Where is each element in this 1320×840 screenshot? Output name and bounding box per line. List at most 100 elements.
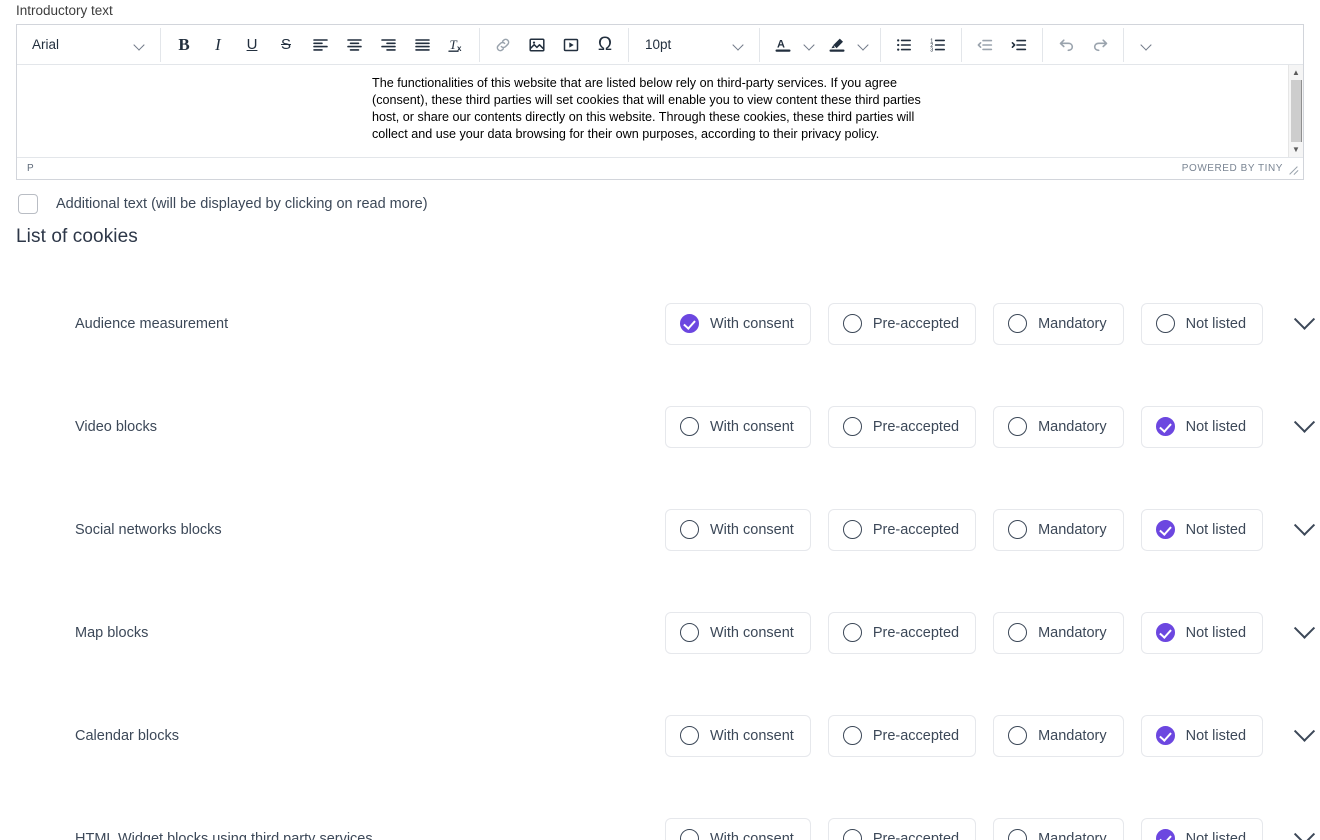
outdent-icon[interactable] [968,28,1002,62]
bold-icon[interactable]: B [167,28,201,62]
font-family-select[interactable]: Arial [22,30,154,60]
font-size-select[interactable]: 10pt [635,30,753,60]
radio-unchecked-icon [842,314,862,333]
undo-icon[interactable] [1049,28,1083,62]
cookie-row-title: Video blocks [75,418,157,435]
indent-icon[interactable] [1002,28,1036,62]
additional-text-checkbox-row[interactable]: Additional text (will be displayed by cl… [18,194,1320,214]
media-icon[interactable] [554,28,588,62]
consent-option-label: Pre-accepted [872,727,960,744]
consent-option-with-consent[interactable]: With consent [665,302,811,345]
consent-option-pre-accepted[interactable]: Pre-accepted [827,611,977,654]
expand-row-chevron-down-icon[interactable] [1289,824,1319,840]
consent-option-not-listed[interactable]: Not listed [1140,302,1264,345]
radio-unchecked-icon [842,417,862,436]
toolbar-divider [160,27,161,62]
clear-formatting-icon[interactable]: T x [439,28,473,62]
consent-option-label: Mandatory [1038,624,1107,641]
radio-unchecked-icon [680,623,699,642]
italic-icon[interactable]: I [201,28,235,62]
consent-option-with-consent[interactable]: With consent [665,611,811,654]
redo-icon[interactable] [1083,28,1117,62]
consent-option-pre-accepted[interactable]: Pre-accepted [827,714,977,757]
underline-icon[interactable]: U [235,28,269,62]
element-path[interactable]: p [27,163,34,174]
cookie-row: Calendar blocks With consent Pre-accepted M… [0,684,1320,787]
expand-row-chevron-down-icon[interactable] [1289,618,1319,648]
radio-unchecked-icon [680,829,699,840]
toolbar-divider [759,27,760,62]
toolbar-divider [628,27,629,62]
tiny-branding[interactable]: POWERED BY TINY [1182,163,1283,174]
resize-handle-icon[interactable] [1287,163,1299,175]
consent-option-pre-accepted[interactable]: Pre-accepted [827,302,977,345]
editor-content-area[interactable]: The functionalities of this website that… [17,65,1288,157]
scroll-up-icon[interactable]: ▲ [1289,65,1304,80]
consent-option-with-consent[interactable]: With consent [665,714,811,757]
align-center-icon[interactable] [337,28,371,62]
image-icon[interactable] [520,28,554,62]
align-left-icon[interactable] [303,28,337,62]
toolbar-divider [479,27,480,62]
link-icon[interactable] [486,28,520,62]
svg-text:A: A [777,38,785,50]
consent-option-mandatory[interactable]: Mandatory [993,817,1124,840]
scroll-down-icon[interactable]: ▼ [1289,142,1304,157]
editor-vertical-scrollbar[interactable]: ▲ ▼ [1288,65,1303,157]
radio-unchecked-icon [1155,314,1175,333]
expand-row-chevron-down-icon[interactable] [1289,721,1319,751]
radio-unchecked-icon [1008,623,1028,642]
radio-unchecked-icon [1008,314,1028,333]
consent-option-mandatory[interactable]: Mandatory [993,714,1124,757]
expand-row-chevron-down-icon[interactable] [1289,309,1319,339]
highlight-color-chevron-down-icon[interactable] [854,28,874,62]
expand-row-chevron-down-icon[interactable] [1289,412,1319,442]
additional-text-checkbox[interactable] [18,194,38,214]
toolbar-divider [1042,27,1043,62]
consent-option-with-consent[interactable]: With consent [665,817,811,840]
expand-row-chevron-down-icon[interactable] [1289,515,1319,545]
font-size-value: 10pt [645,37,672,52]
consent-option-pre-accepted[interactable]: Pre-accepted [827,508,977,551]
align-right-icon[interactable] [371,28,405,62]
numbered-list-icon[interactable]: 1 2 3 [921,28,955,62]
consent-option-label: Not listed [1185,830,1247,840]
additional-text-label: Additional text (will be displayed by cl… [56,196,428,212]
toolbar-group-history [1046,28,1120,62]
consent-option-group: With consent Pre-accepted Mandatory Not lis… [665,817,1264,840]
align-justify-icon[interactable] [405,28,439,62]
bullet-list-icon[interactable] [887,28,921,62]
toolbar-group-format: B I U S T x [164,28,476,62]
text-color-chevron-down-icon[interactable] [800,28,820,62]
strikethrough-icon[interactable]: S [269,28,303,62]
consent-option-mandatory[interactable]: Mandatory [993,405,1124,448]
radio-unchecked-icon [680,520,699,539]
consent-option-not-listed[interactable]: Not listed [1140,611,1264,654]
consent-option-label: Mandatory [1038,521,1107,538]
cookie-row: Social networks blocks With consent Pre-ac… [0,478,1320,581]
radio-checked-icon [1155,520,1175,539]
consent-option-label: With consent [710,830,794,840]
more-toolbar-icon[interactable] [1130,28,1164,62]
consent-option-mandatory[interactable]: Mandatory [993,302,1124,345]
chevron-down-icon [1141,39,1153,51]
consent-option-with-consent[interactable]: With consent [665,508,811,551]
cookie-row-title: Calendar blocks [75,727,179,744]
svg-text:3: 3 [930,47,933,53]
radio-unchecked-icon [680,726,699,745]
highlight-color-icon[interactable] [820,28,854,62]
text-color-icon[interactable]: A [766,28,800,62]
consent-option-not-listed[interactable]: Not listed [1140,405,1264,448]
scrollbar-thumb[interactable] [1290,80,1302,142]
chevron-down-icon [733,39,745,51]
consent-option-mandatory[interactable]: Mandatory [993,611,1124,654]
special-character-icon[interactable]: Ω [588,28,622,62]
consent-option-not-listed[interactable]: Not listed [1140,817,1264,840]
consent-option-not-listed[interactable]: Not listed [1140,508,1264,551]
consent-option-pre-accepted[interactable]: Pre-accepted [827,817,977,840]
toolbar-divider [961,27,962,62]
consent-option-not-listed[interactable]: Not listed [1140,714,1264,757]
consent-option-with-consent[interactable]: With consent [665,405,811,448]
consent-option-mandatory[interactable]: Mandatory [993,508,1124,551]
consent-option-pre-accepted[interactable]: Pre-accepted [827,405,977,448]
